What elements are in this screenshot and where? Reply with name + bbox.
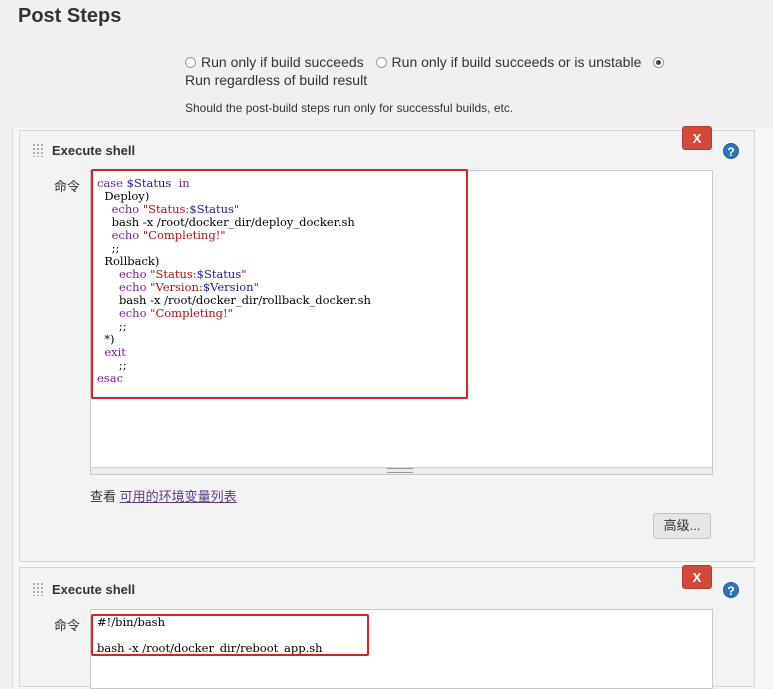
step-title: Execute shell: [52, 582, 136, 597]
radio-option-unstable[interactable]: Run only if build succeeds or is unstabl…: [375, 54, 642, 70]
delete-step-button[interactable]: X: [682, 126, 712, 150]
env-vars-hint: 查看 可用的环境变量列表: [90, 486, 237, 505]
command-label: 命令: [54, 618, 81, 633]
delete-step-button[interactable]: X: [682, 565, 712, 589]
post-step-condition-group: Run only if build succeeds Run only if b…: [185, 53, 685, 89]
see-prefix: 查看: [90, 489, 117, 504]
execute-shell-step-1: Execute shell X ? 命令 case $Status in Dep…: [19, 126, 755, 562]
help-icon[interactable]: ?: [723, 143, 739, 159]
help-icon[interactable]: ?: [723, 582, 739, 598]
env-vars-link[interactable]: 可用的环境变量列表: [120, 489, 237, 504]
drag-handle-icon[interactable]: [32, 582, 44, 596]
highlight-box: [91, 614, 369, 656]
step-title: Execute shell: [52, 143, 136, 158]
textarea-resize-bar[interactable]: [91, 467, 712, 474]
highlight-box: [91, 169, 468, 399]
condition-help-text: Should the post-build steps run only for…: [185, 101, 514, 115]
command-label: 命令: [54, 179, 81, 194]
radio-button-succeeds[interactable]: [185, 57, 196, 68]
execute-shell-step-2: Execute shell X ? 命令 #!/bin/bash bash -x…: [19, 565, 755, 689]
section-title: Post Steps: [18, 5, 122, 27]
advanced-button[interactable]: 高级...: [653, 513, 711, 539]
radio-label-regardless: Run regardless of build result: [185, 72, 368, 88]
drag-handle-icon[interactable]: [32, 143, 44, 157]
radio-label-unstable: Run only if build succeeds or is unstabl…: [391, 54, 642, 70]
radio-button-regardless[interactable]: [653, 57, 665, 68]
radio-option-succeeds[interactable]: Run only if build succeeds: [185, 54, 364, 70]
radio-label-succeeds: Run only if build succeeds: [201, 54, 364, 70]
radio-button-unstable[interactable]: [375, 57, 387, 68]
resize-grip-icon[interactable]: [387, 468, 413, 473]
